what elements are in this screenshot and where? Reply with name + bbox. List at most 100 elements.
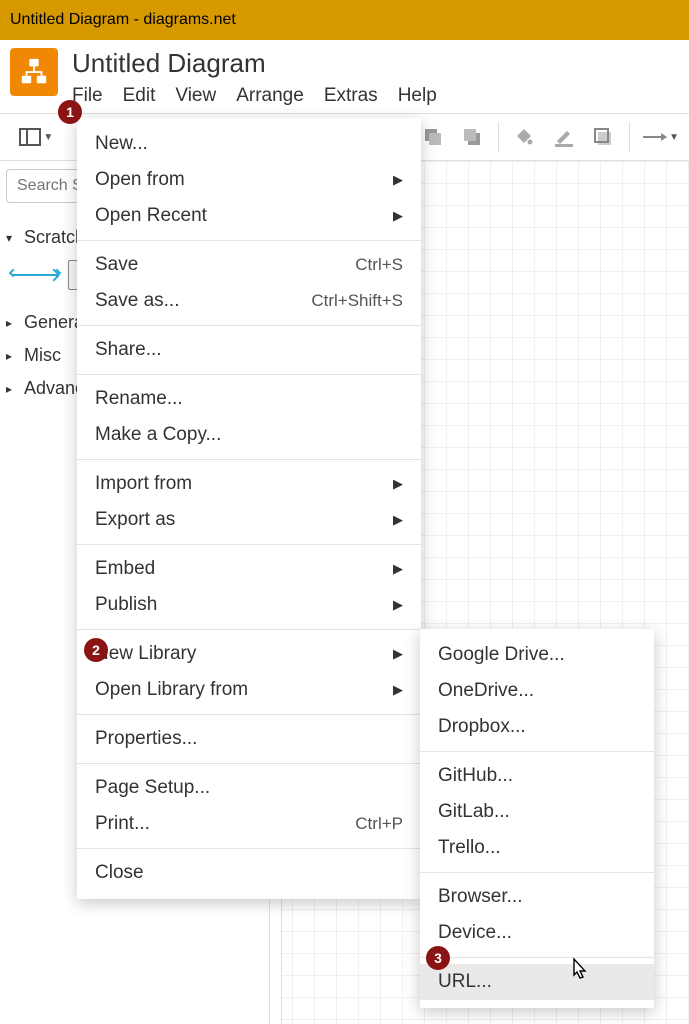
menu-separator (77, 763, 421, 764)
app-logo (10, 48, 58, 96)
menu-item-new-library[interactable]: New Library▶ (77, 636, 421, 672)
submenu-item-onedrive[interactable]: OneDrive... (420, 673, 654, 709)
menu-edit[interactable]: Edit (123, 85, 156, 107)
badge-number: 2 (92, 642, 100, 658)
menu-item-open-from[interactable]: Open from▶ (77, 162, 421, 198)
submenu-item-dropbox[interactable]: Dropbox... (420, 709, 654, 745)
menu-item-label: Trello... (438, 837, 501, 859)
menu-item-open-library-from[interactable]: Open Library from ▶ (77, 672, 421, 708)
submenu-arrow-icon: ▶ (393, 682, 403, 698)
menubar: File Edit View Arrange Extras Help (72, 85, 679, 107)
menu-item-label: Make a Copy... (95, 424, 221, 446)
menu-separator (77, 240, 421, 241)
menu-item-save[interactable]: Save Ctrl+S (77, 247, 421, 283)
menu-separator (77, 629, 421, 630)
menu-item-label: Publish (95, 594, 157, 616)
toolbar-to-back-button[interactable] (453, 116, 492, 158)
toolbar-separator (629, 122, 630, 152)
menu-item-rename[interactable]: Rename... (77, 381, 421, 417)
menu-item-properties[interactable]: Properties... (77, 721, 421, 757)
chevron-down-icon[interactable]: ▼ (43, 132, 53, 143)
menu-item-label: Open from (95, 169, 185, 191)
submenu-arrow-icon: ▶ (393, 512, 403, 528)
menu-item-label: Print... (95, 813, 150, 835)
menu-item-label: Export as (95, 509, 175, 531)
menu-item-export-as[interactable]: Export as ▶ (77, 502, 421, 538)
menu-item-embed[interactable]: Embed ▶ (77, 551, 421, 587)
menu-item-label: Open Library from (95, 679, 248, 701)
toolbar-line-color-button[interactable] (544, 116, 583, 158)
badge-number: 1 (66, 104, 74, 120)
menu-separator (420, 751, 654, 752)
chevron-down-icon[interactable]: ▼ (669, 132, 679, 143)
menu-item-close[interactable]: Close (77, 855, 421, 891)
menu-item-label: Rename... (95, 388, 183, 410)
toolbar-separator (498, 122, 499, 152)
submenu-item-github[interactable]: GitHub... (420, 758, 654, 794)
menu-item-label: Dropbox... (438, 716, 526, 738)
menu-separator (77, 374, 421, 375)
submenu-arrow-icon: ▶ (393, 476, 403, 492)
toolbar-shadow-button[interactable] (583, 116, 622, 158)
fill-color-icon (514, 127, 534, 147)
to-front-icon (423, 127, 443, 147)
menu-item-publish[interactable]: Publish ▶ (77, 587, 421, 623)
submenu-item-google-drive[interactable]: Google Drive... (420, 637, 654, 673)
menu-item-page-setup[interactable]: Page Setup... (77, 770, 421, 806)
window-titlebar: Untitled Diagram - diagrams.net (0, 0, 689, 40)
menu-extras[interactable]: Extras (324, 85, 378, 107)
menu-item-label: Google Drive... (438, 644, 565, 666)
annotation-badge-1: 1 (58, 100, 82, 124)
menu-item-open-recent[interactable]: Open Recent ▶ (77, 198, 421, 234)
menu-shortcut: Ctrl+P (355, 814, 403, 834)
submenu-arrow-icon: ▶ (393, 561, 403, 577)
submenu-item-gitlab[interactable]: GitLab... (420, 794, 654, 830)
submenu-item-browser[interactable]: Browser... (420, 879, 654, 915)
submenu-item-device[interactable]: Device... (420, 915, 654, 951)
menu-item-label: Open Recent (95, 205, 207, 227)
shape-connector[interactable] (10, 260, 60, 290)
menu-item-label: Page Setup... (95, 777, 210, 799)
menu-separator (420, 957, 654, 958)
annotation-badge-2: 2 (84, 638, 108, 662)
annotation-badge-3: 3 (426, 946, 450, 970)
submenu-arrow-icon: ▶ (393, 646, 403, 662)
document-title[interactable]: Untitled Diagram (72, 48, 679, 79)
menu-separator (77, 325, 421, 326)
menu-item-label: Save (95, 254, 138, 276)
menu-item-save-as[interactable]: Save as... Ctrl+Shift+S (77, 283, 421, 319)
menu-item-label: Embed (95, 558, 155, 580)
mouse-cursor-icon (568, 957, 590, 983)
menu-item-label: GitLab... (438, 801, 510, 823)
menu-item-import-from[interactable]: Import from▶ (77, 466, 421, 502)
menu-separator (77, 459, 421, 460)
menu-item-share[interactable]: Share... (77, 332, 421, 368)
sidebar-section-label: Misc (24, 345, 61, 366)
submenu-arrow-icon: ▶ (393, 208, 403, 224)
submenu-item-url[interactable]: URL... (420, 964, 654, 1000)
menu-shortcut: Ctrl+S (355, 255, 403, 275)
toolbar-fill-color-button[interactable] (505, 116, 544, 158)
menu-item-label: Device... (438, 922, 512, 944)
menu-shortcut: Ctrl+Shift+S (311, 291, 403, 311)
file-menu-dropdown: New... Open from▶ Open Recent▶ SaveCtrl+… (77, 118, 421, 899)
menu-help[interactable]: Help (398, 85, 437, 107)
menu-item-label: Properties... (95, 728, 197, 750)
menu-item-label: Save as... (95, 290, 180, 312)
sidebar-toggle-icon (19, 126, 41, 148)
badge-number: 3 (434, 950, 442, 966)
menu-separator (77, 848, 421, 849)
menu-item-new[interactable]: New... (77, 126, 421, 162)
submenu-item-trello[interactable]: Trello... (420, 830, 654, 866)
menu-item-label: Share... (95, 339, 162, 361)
menu-item-label: GitHub... (438, 765, 513, 787)
menu-item-label: New... (95, 133, 148, 155)
menu-view[interactable]: View (175, 85, 216, 107)
connection-icon (643, 131, 667, 143)
submenu-arrow-icon: ▶ (393, 597, 403, 613)
menu-item-label: URL... (438, 971, 492, 993)
menu-item-print[interactable]: Print... Ctrl+P (77, 806, 421, 842)
menu-item-make-copy[interactable]: Make a Copy... (77, 417, 421, 453)
menu-separator (420, 872, 654, 873)
menu-arrange[interactable]: Arrange (236, 85, 304, 107)
